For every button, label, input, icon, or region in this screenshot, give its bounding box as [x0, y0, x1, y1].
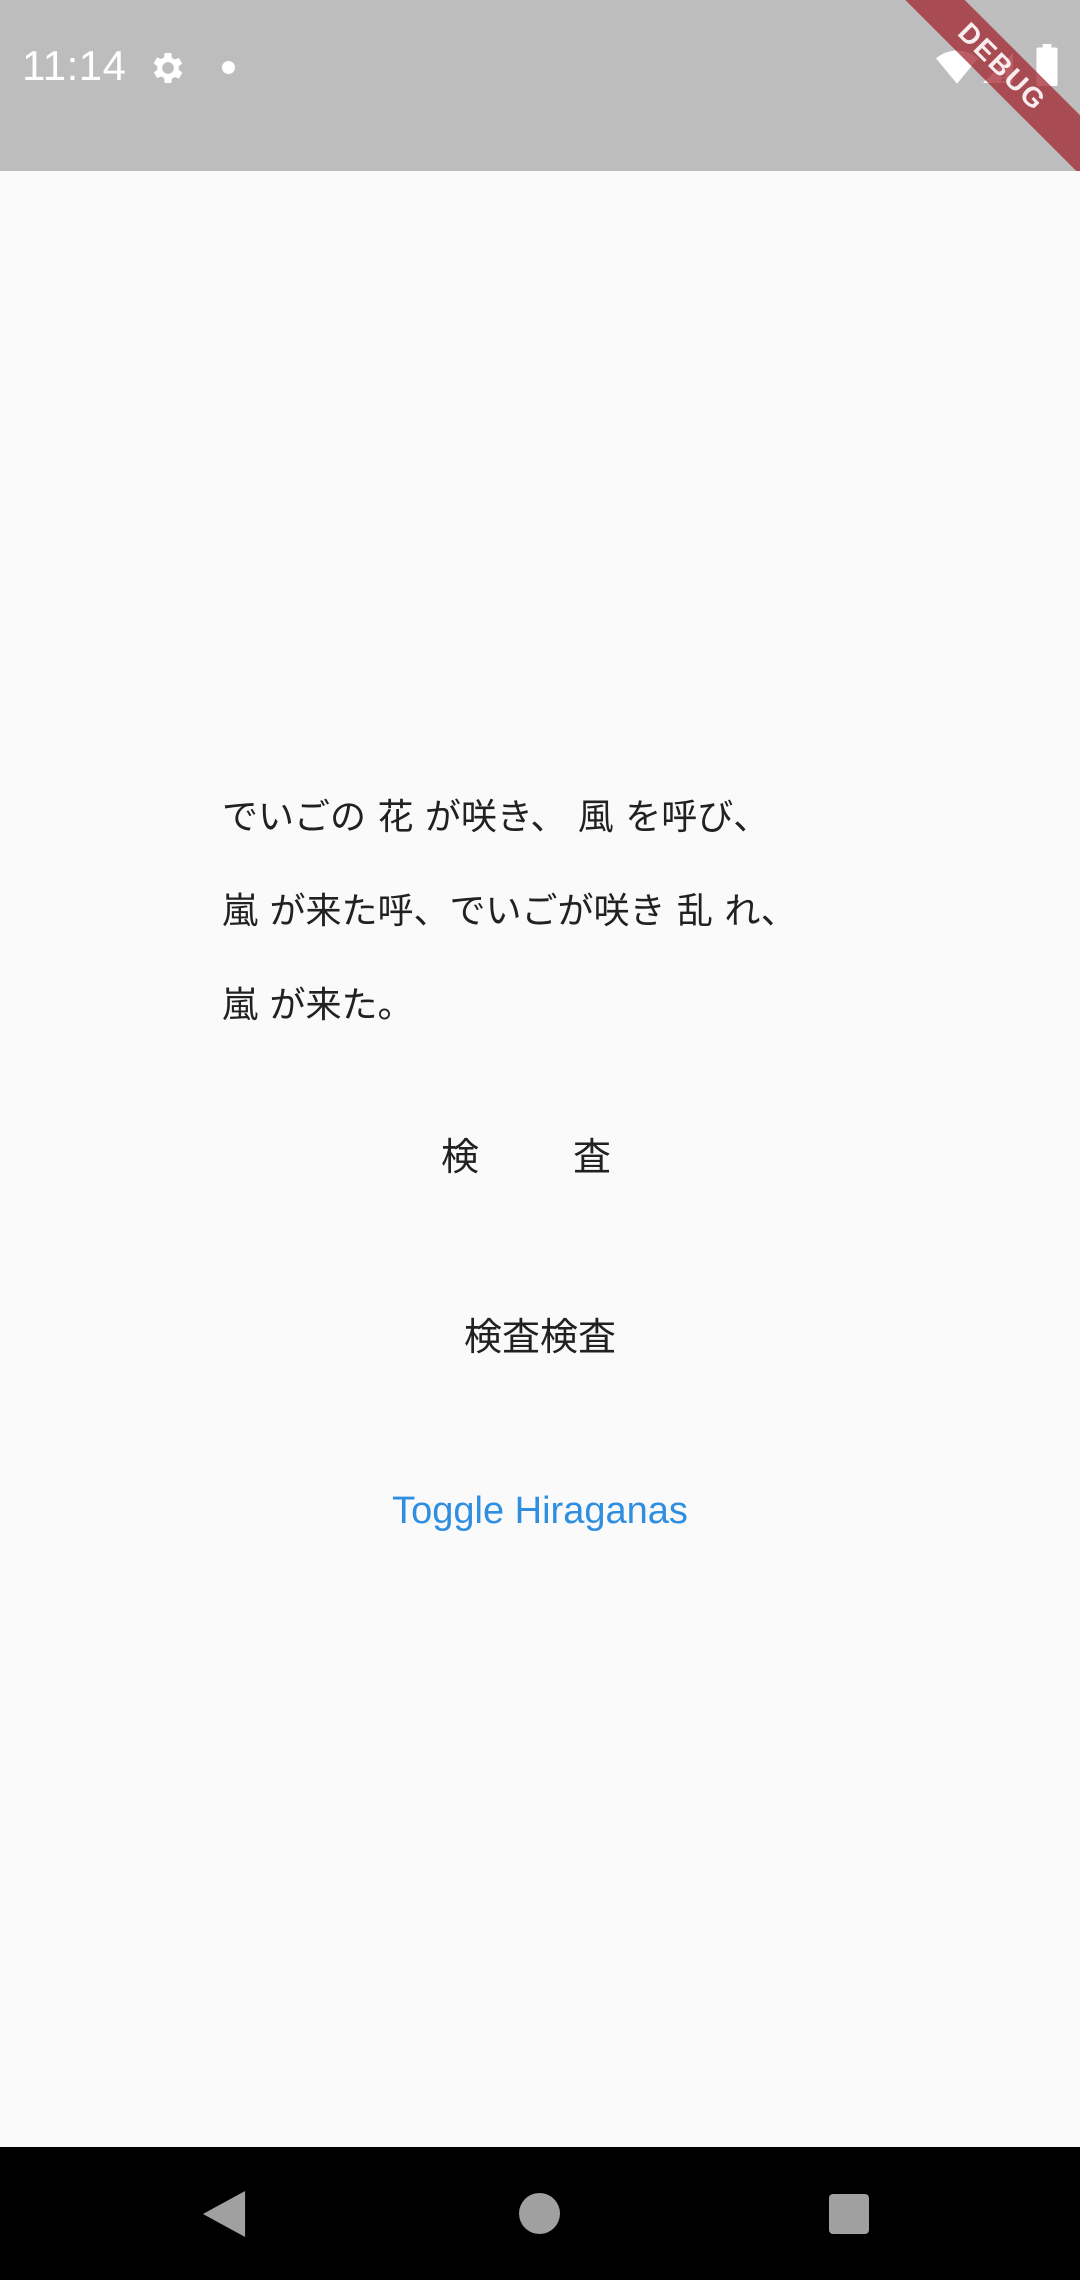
navigation-bar	[0, 2147, 1080, 2280]
toggle-hiraganas-button[interactable]: Toggle Hiraganas	[360, 1471, 720, 1551]
status-time: 11:14	[22, 42, 127, 89]
lyric-line-1: でいごの 花 が咲き、 風 を呼び、	[222, 797, 770, 838]
main-content: でいごの 花 が咲き、 風 を呼び、 嵐 が来た呼、でいごが咲き 乱 れ、 嵐 …	[0, 171, 1080, 2147]
lyric-line-3: 嵐 が来た。	[222, 985, 414, 1026]
lyric-line-2: 嵐 が来た呼、でいごが咲き 乱 れ、	[222, 891, 797, 932]
home-icon[interactable]	[519, 2193, 560, 2234]
back-icon[interactable]	[202, 2191, 246, 2237]
lyrics-text: でいごの 花 が咲き、 風 を呼び、 嵐 が来た呼、でいごが咲き 乱 れ、 嵐 …	[222, 771, 922, 1053]
kensa-plain-text: 検査検査	[463, 1315, 616, 1359]
status-bar: 11:14 DEBUG	[0, 0, 1080, 171]
recents-icon[interactable]	[829, 2194, 869, 2234]
kensa-spaced-text: 検 査	[440, 1135, 639, 1179]
notification-dot-icon	[222, 61, 235, 74]
gear-icon	[153, 53, 183, 83]
